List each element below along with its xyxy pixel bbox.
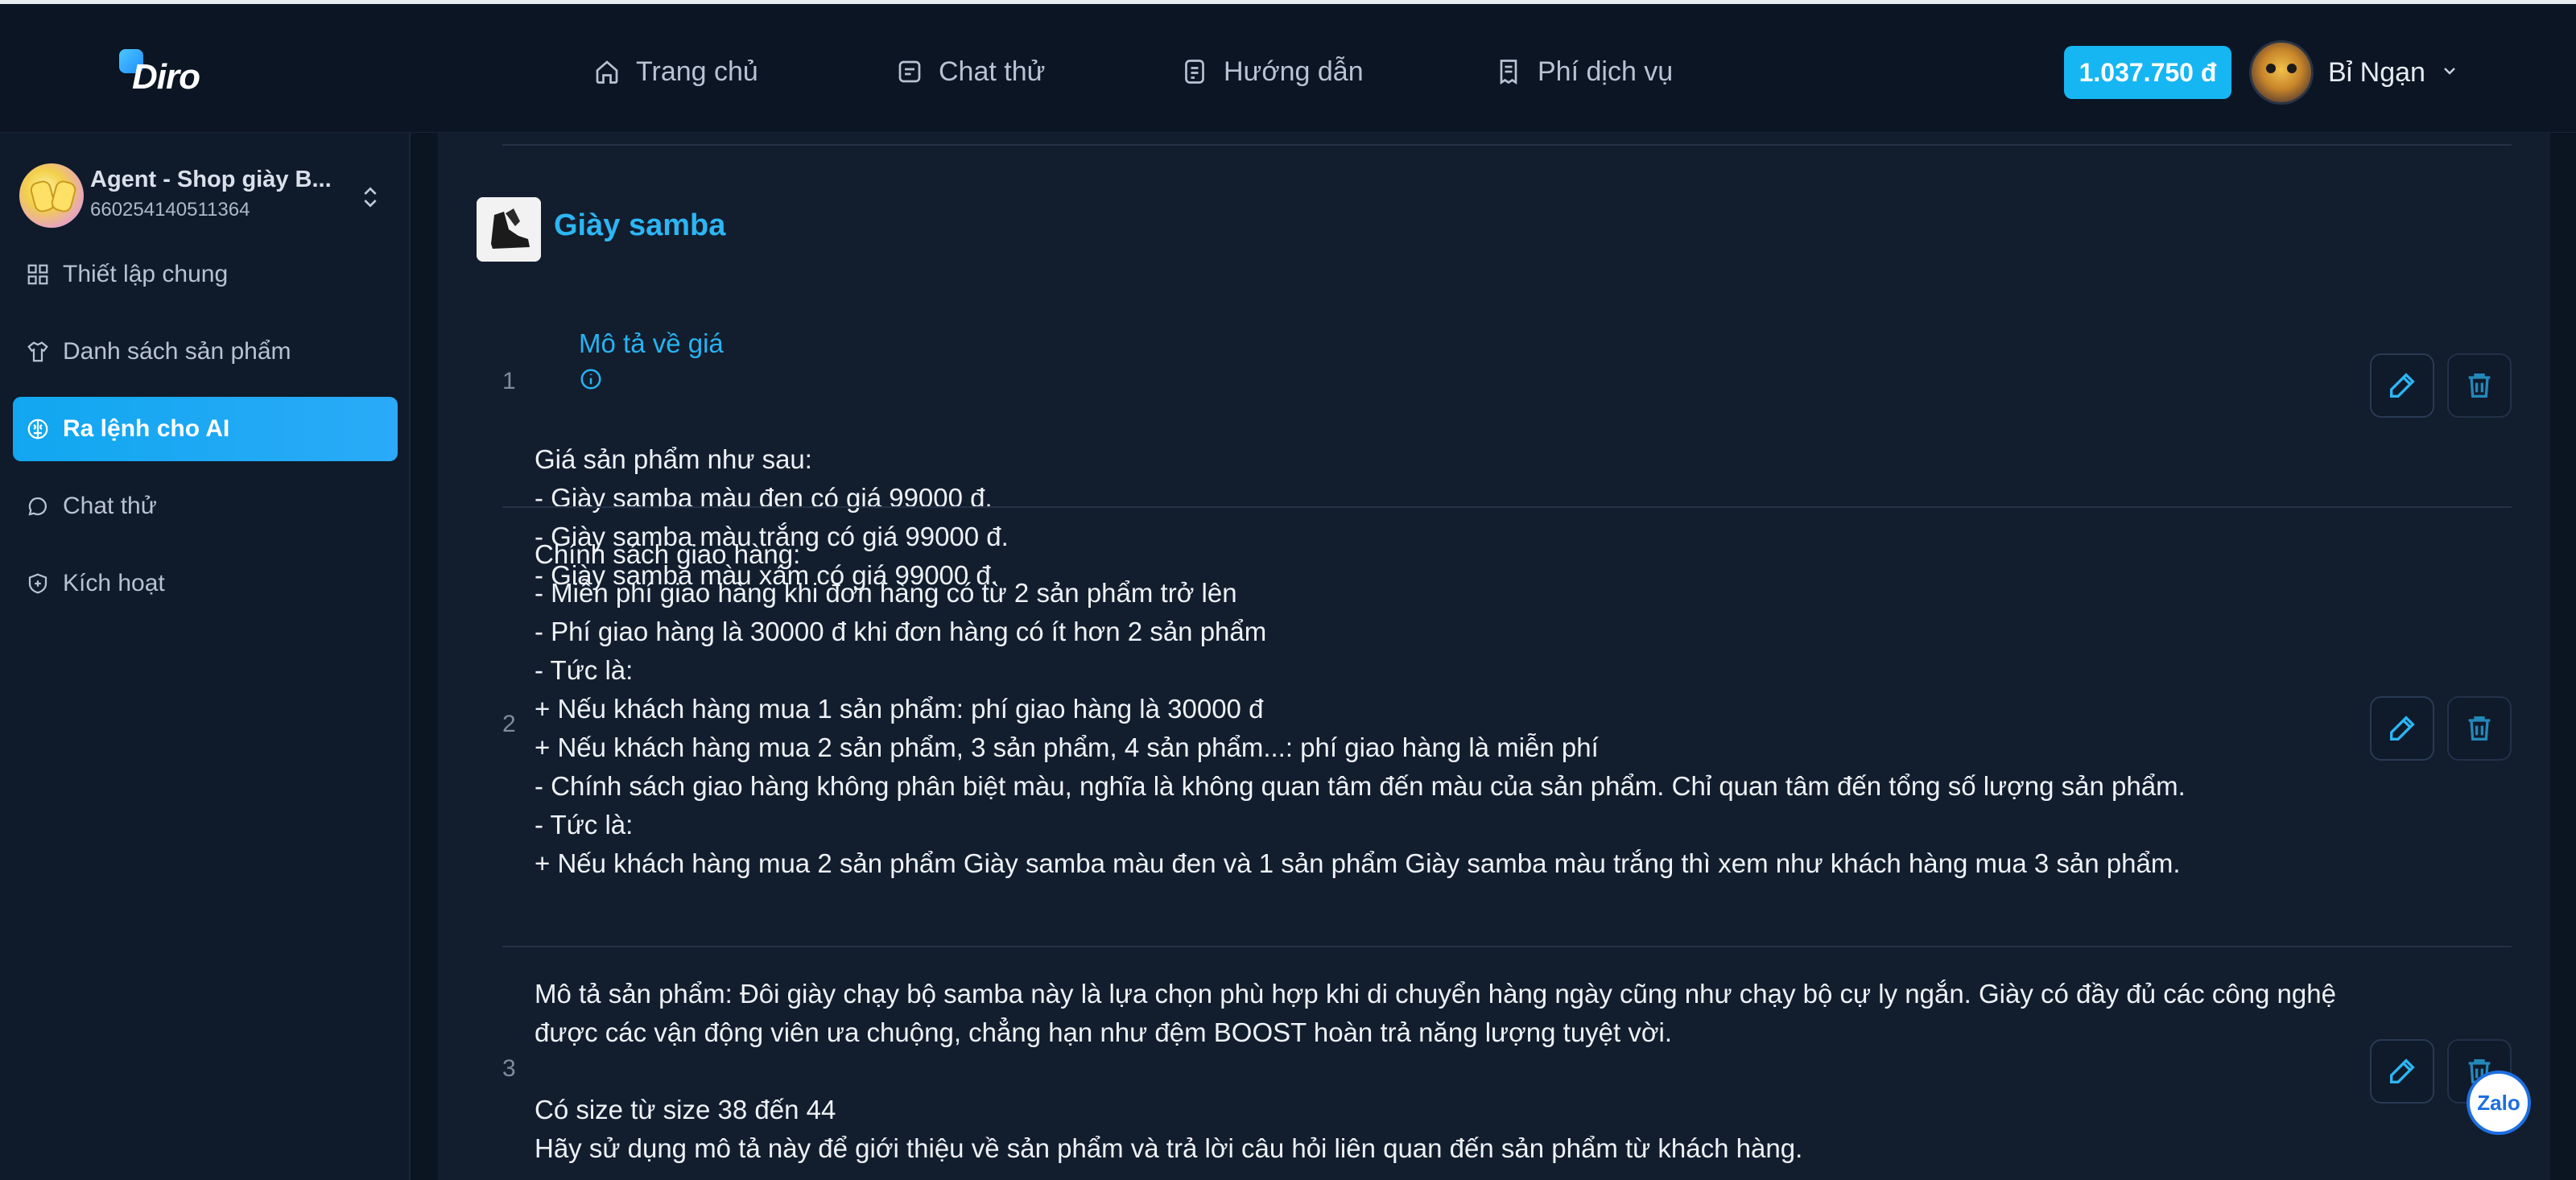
row-index: 3 [502, 1055, 516, 1082]
row-line: Hãy sử dụng mô tả này để giới thiệu về s… [535, 1133, 1803, 1163]
nav-service-fee[interactable]: Phí dịch vụ [1494, 49, 1673, 94]
nav-chat-test-label: Chat thử [939, 56, 1046, 87]
logo-text: Diro [132, 57, 200, 97]
sidebar-item-products[interactable]: Danh sách sản phẩm [13, 320, 398, 384]
delete-button[interactable] [2447, 353, 2512, 418]
agent-selector[interactable]: Agent - Shop giày B... 660254140511364 [19, 152, 391, 241]
edit-button[interactable] [2370, 1039, 2434, 1104]
trash-icon [2468, 716, 2491, 741]
shirt-icon [27, 341, 48, 362]
shield-icon [28, 573, 47, 594]
row-line: Chính sách giao hàng: [535, 539, 801, 569]
sidebar-item-label: Chat thử [63, 493, 157, 519]
price-description-label: Mô tả về giá [535, 286, 2354, 440]
user-name: Bỉ Ngạn [2328, 56, 2425, 88]
sidebar: Agent - Shop giày B... 660254140511364 T… [0, 133, 411, 1180]
price-description-text: Mô tả về giá [579, 328, 724, 358]
divider [502, 946, 2512, 947]
row-line: + Nếu khách hàng mua 2 sản phẩm, 3 sản p… [535, 732, 1599, 762]
product-thumbnail [477, 197, 541, 262]
nav-service-fee-label: Phí dịch vụ [1538, 56, 1674, 87]
row-line: - Miễn phí giao hàng khi đơn hàng có từ … [535, 578, 1237, 608]
sidebar-item-ai-instructions[interactable]: Ra lệnh cho AI [13, 397, 398, 461]
divider [502, 144, 2512, 146]
user-menu[interactable]: Bỉ Ngạn [2249, 39, 2459, 105]
row-index: 1 [502, 368, 516, 394]
sidebar-item-label: Kích hoạt [63, 570, 165, 596]
edit-button[interactable] [2370, 696, 2434, 761]
sidebar-item-label: Thiết lập chung [63, 261, 229, 287]
nav-home[interactable]: Trang chủ [592, 49, 758, 94]
delete-button[interactable] [2447, 696, 2512, 761]
grid-icon [27, 264, 48, 285]
agent-name: Agent - Shop giày B... [90, 167, 332, 192]
instruction-row-2: Chính sách giao hàng: - Miễn phí giao hà… [535, 535, 2354, 883]
top-bar: Diro Trang chủ Chat thử Hướng dẫn Phí dị… [0, 0, 2576, 133]
chat-icon [898, 60, 921, 83]
sidebar-item-label: Ra lệnh cho AI [63, 415, 230, 442]
sidebar-item-general-settings[interactable]: Thiết lập chung [13, 242, 398, 307]
guide-icon [1185, 60, 1204, 84]
product-title: Giày samba [554, 208, 726, 242]
balance-badge[interactable]: 1.037.750 đ [2064, 46, 2231, 99]
row-line [535, 1052, 2354, 1091]
edit-button[interactable] [2370, 353, 2434, 418]
row-line: - Phí giao hàng là 30000 đ khi đơn hàng … [535, 617, 1267, 646]
row-line: - Tức là: [535, 655, 634, 685]
nav-chat-test[interactable]: Chat thử [895, 49, 1045, 94]
row-line: + Nếu khách hàng mua 2 sản phẩm Giày sam… [535, 848, 2181, 878]
row-line: Có size từ size 38 đến 44 [535, 1095, 836, 1124]
chevron-up-down-icon [364, 187, 377, 208]
agent-avatar [19, 163, 84, 228]
sidebar-item-chat-test[interactable]: Chat thử [13, 474, 398, 538]
agent-id: 660254140511364 [90, 199, 250, 221]
pencil-icon [2390, 716, 2415, 741]
chevron-down-icon [2440, 61, 2459, 85]
row-line: - Chính sách giao hàng không phân biệt m… [535, 771, 2186, 801]
nav-guide[interactable]: Hướng dẫn [1180, 49, 1364, 94]
receipt-icon [1500, 60, 1517, 85]
row-line: + Nếu khách hàng mua 1 sản phẩm: phí gia… [535, 694, 1264, 724]
logo[interactable]: Diro [119, 46, 216, 102]
pencil-icon [2390, 373, 2415, 398]
zalo-chat-widget[interactable]: Zalo [2467, 1071, 2531, 1135]
row-line: Giá sản phẩm như sau: [535, 444, 812, 474]
row-line: Mô tả sản phẩm: Đôi giày chạy bộ samba n… [535, 979, 2344, 1047]
trash-icon [2468, 373, 2491, 398]
divider [502, 506, 2512, 508]
main-content: Giày samba 1 Mô tả về giá Giá sản phẩm n… [438, 133, 2550, 1180]
nav-home-label: Trang chủ [636, 56, 758, 87]
brain-icon [27, 419, 48, 439]
row-line: - Tức là: [535, 810, 634, 840]
home-icon [596, 60, 618, 84]
chat-bubble-icon [28, 497, 47, 516]
row-index: 2 [502, 711, 516, 737]
instruction-row-3: Mô tả sản phẩm: Đôi giày chạy bộ samba n… [535, 975, 2354, 1168]
sidebar-item-activation[interactable]: Kích hoạt [13, 551, 398, 616]
info-icon[interactable] [579, 367, 603, 391]
nav-guide-label: Hướng dẫn [1224, 56, 1364, 87]
pencil-icon [2390, 1058, 2415, 1083]
row-line: - Giày samba màu đen có giá 99000 đ. [535, 483, 993, 513]
avatar [2249, 40, 2314, 105]
sidebar-item-label: Danh sách sản phẩm [63, 338, 291, 365]
